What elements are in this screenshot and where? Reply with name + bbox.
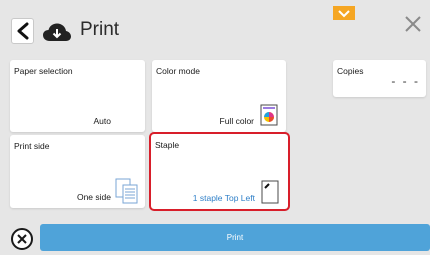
expand-notch-icon[interactable] (333, 6, 355, 20)
paper-selection-value: Auto (93, 116, 112, 126)
color-mode-value: Full color (219, 116, 254, 126)
color-palette-icon (260, 104, 278, 126)
cloud-download-icon (43, 23, 71, 41)
copies-value: - - - (391, 74, 420, 88)
paper-selection-tile[interactable]: Paper selection Auto (10, 60, 145, 132)
staple-label: Staple (155, 140, 180, 150)
chevron-left-icon (17, 22, 28, 40)
cancel-circle-icon (17, 234, 27, 244)
close-icon[interactable] (403, 14, 423, 34)
copies-label: Copies (337, 66, 364, 76)
print-button[interactable]: Print (40, 224, 430, 251)
color-mode-tile[interactable]: Color mode Full color (152, 60, 286, 132)
print-side-tile[interactable]: Print side One side (10, 135, 145, 208)
paper-selection-label: Paper selection (14, 66, 73, 76)
color-mode-label: Color mode (156, 66, 200, 76)
cancel-button[interactable] (11, 228, 33, 250)
staple-tile[interactable]: Staple 1 staple Top Left (149, 132, 290, 211)
staple-top-left-icon (261, 180, 279, 204)
page-title: Print (80, 19, 120, 40)
back-button[interactable] (11, 18, 34, 44)
staple-value: 1 staple Top Left (192, 193, 255, 203)
header-bar: Print (0, 0, 430, 55)
print-side-value: One side (76, 192, 111, 202)
print-side-label: Print side (14, 141, 50, 151)
copies-tile[interactable]: Copies - - - (333, 60, 426, 97)
one-side-pages-icon (115, 178, 138, 204)
